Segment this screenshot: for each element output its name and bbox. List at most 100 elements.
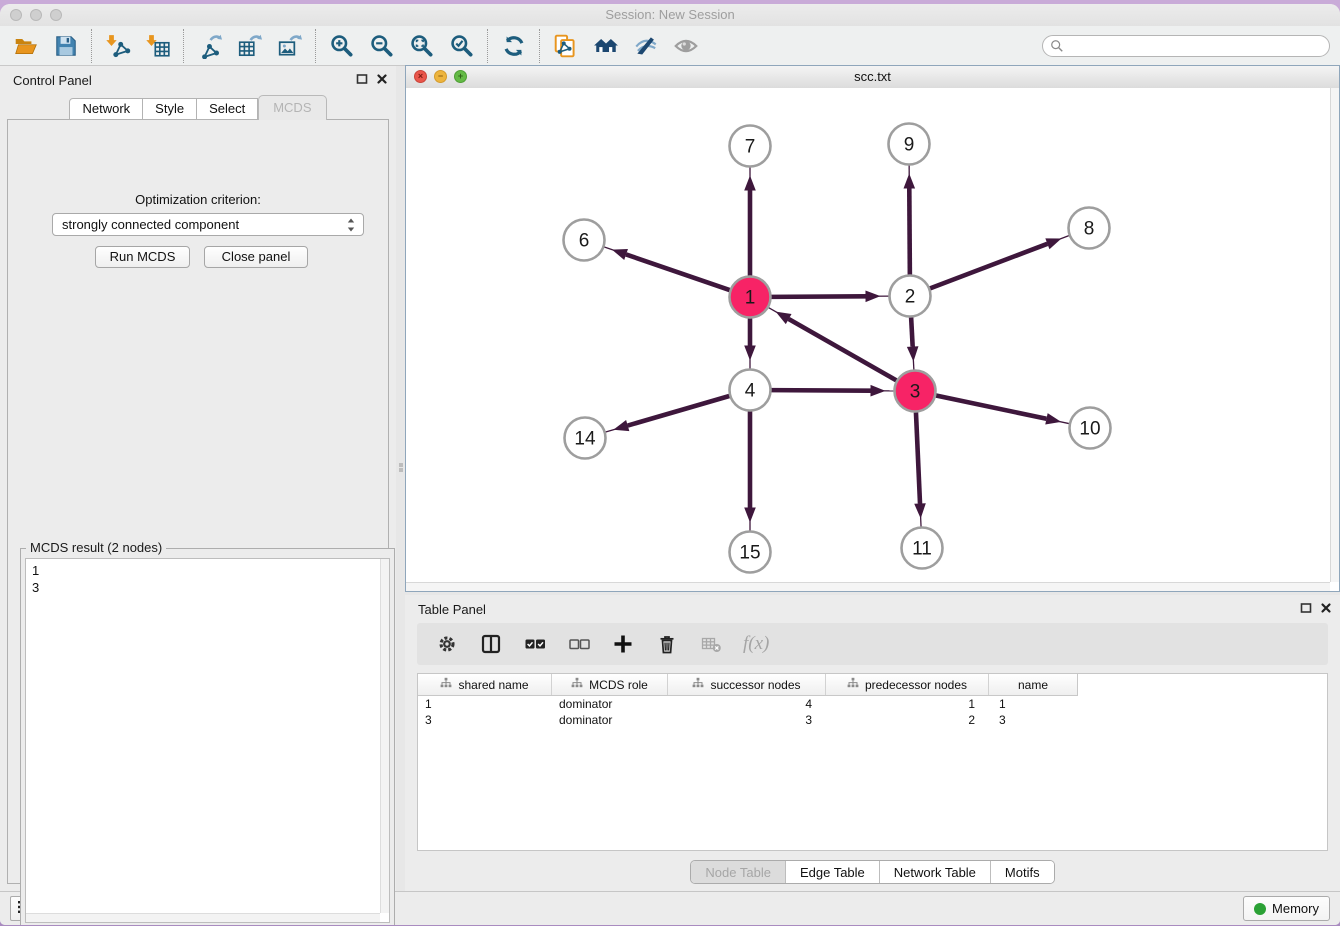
settings-button[interactable] (435, 632, 459, 656)
memory-button[interactable]: Memory (1243, 896, 1330, 921)
network-horizontal-scrollbar[interactable] (406, 582, 1330, 591)
criterion-dropdown[interactable]: strongly connected component (52, 213, 364, 236)
graph-edge-4-3[interactable] (771, 385, 893, 397)
graph-node-2[interactable]: 2 (890, 276, 931, 317)
tab-edge-table[interactable]: Edge Table (785, 861, 879, 883)
deselect-all-button[interactable] (567, 632, 591, 656)
tab-style[interactable]: Style (143, 98, 197, 120)
save-session-button[interactable] (50, 30, 82, 62)
tab-mcds[interactable]: MCDS (258, 95, 326, 120)
zoom-selected-button[interactable] (446, 30, 478, 62)
graph-node-6[interactable]: 6 (564, 220, 605, 261)
graph-edge-1-7[interactable] (744, 168, 756, 276)
graph-node-3[interactable]: 3 (895, 371, 936, 412)
column-header-predecessor-nodes[interactable]: predecessor nodes (826, 674, 989, 695)
result-vertical-scrollbar[interactable] (380, 559, 389, 913)
delete-row-button[interactable] (655, 632, 679, 656)
graph-edge-4-15[interactable] (744, 412, 756, 531)
control-panel-tabs: NetworkStyleSelectMCDS (0, 96, 396, 120)
function-builder-icon: f(x) (743, 633, 769, 655)
export-table-button[interactable] (234, 30, 266, 62)
hide-selected-button[interactable] (630, 30, 662, 62)
column-layout-button[interactable] (479, 632, 503, 656)
result-horizontal-scrollbar[interactable] (26, 913, 380, 922)
select-all-button[interactable] (523, 632, 547, 656)
graph-edge-4-14[interactable] (606, 396, 730, 432)
graph-node-11[interactable]: 11 (902, 528, 943, 569)
table-row[interactable]: 3dominator323 (418, 712, 1077, 728)
graph-node-9[interactable]: 9 (889, 124, 930, 165)
tab-network-table[interactable]: Network Table (879, 861, 990, 883)
network-vertical-scrollbar[interactable] (1330, 88, 1339, 582)
column-header-successor-nodes[interactable]: successor nodes (668, 674, 826, 695)
show-hidden-button[interactable] (670, 30, 702, 62)
graph-node-14[interactable]: 14 (565, 418, 606, 459)
svg-text:4: 4 (745, 381, 756, 402)
graph-edge-1-4[interactable] (744, 319, 756, 369)
add-row-button[interactable] (611, 632, 635, 656)
function-builder-button: f(x) (743, 632, 769, 656)
import-table-button[interactable] (142, 30, 174, 62)
select-all-icon (524, 633, 546, 655)
graph-edge-2-3[interactable] (907, 317, 919, 369)
graph-node-10[interactable]: 10 (1070, 408, 1111, 449)
refresh-icon (501, 33, 527, 59)
zoom-out-button[interactable] (366, 30, 398, 62)
close-panel-button[interactable]: Close panel (204, 246, 308, 268)
dropdown-chevrons-icon (346, 217, 356, 233)
graph-node-4[interactable]: 4 (730, 370, 771, 411)
zoom-fit-button[interactable] (406, 30, 438, 62)
duplicate-network-button[interactable] (550, 30, 582, 62)
vertical-splitter-handle[interactable] (398, 462, 403, 476)
open-session-button[interactable] (10, 30, 42, 62)
tab-select[interactable]: Select (197, 98, 258, 120)
network-canvas[interactable]: 7 9 6 8 1 2 4 3 14 10 15 11 (406, 88, 1330, 582)
table-panel-close-icon[interactable] (1320, 602, 1332, 617)
graph-edge-1-2[interactable] (771, 290, 888, 302)
svg-text:15: 15 (739, 543, 760, 564)
mcds-result-title: MCDS result (2 nodes) (26, 540, 166, 555)
graph-node-7[interactable]: 7 (730, 126, 771, 167)
tab-motifs[interactable]: Motifs (990, 861, 1054, 883)
graph-edge-3-11[interactable] (914, 412, 926, 526)
table-panel-float-icon[interactable] (1300, 602, 1312, 617)
graph-node-8[interactable]: 8 (1069, 208, 1110, 249)
graph-edge-1-6[interactable] (604, 247, 729, 290)
zoom-out-icon (369, 33, 395, 59)
tab-network[interactable]: Network (69, 98, 143, 120)
table-cell: dominator (552, 713, 668, 727)
refresh-button[interactable] (498, 30, 530, 62)
zoom-in-button[interactable] (326, 30, 358, 62)
svg-text:8: 8 (1084, 219, 1095, 240)
graph-edge-3-10[interactable] (936, 395, 1069, 424)
graph-edge-2-9[interactable] (903, 165, 915, 274)
control-panel: Control Panel NetworkStyleSelectMCDS Opt… (0, 66, 396, 892)
graph-edge-2-8[interactable] (930, 236, 1069, 289)
import-network-icon (105, 33, 131, 59)
column-header-name[interactable]: name (989, 674, 1077, 695)
tab-node-table[interactable]: Node Table (691, 861, 785, 883)
search-input[interactable] (1042, 35, 1330, 57)
control-panel-float-icon[interactable] (356, 73, 368, 88)
import-network-button[interactable] (102, 30, 134, 62)
column-header-MCDS-role[interactable]: MCDS role (552, 674, 668, 695)
table-row[interactable]: 1dominator411 (418, 696, 1077, 712)
graph-edge-3-1[interactable] (769, 308, 897, 381)
table-cell: 1 (418, 697, 552, 711)
optimization-criterion-label: Optimization criterion: (8, 192, 388, 207)
network-view-frame: × − + scc.txt 7968124314101511 (405, 65, 1340, 592)
svg-text:3: 3 (910, 382, 921, 403)
mcds-tab-content: Optimization criterion: strongly connect… (7, 119, 389, 884)
graph-node-15[interactable]: 15 (730, 532, 771, 573)
table-cell: 1 (826, 697, 989, 711)
export-network-button[interactable] (194, 30, 226, 62)
run-mcds-button[interactable]: Run MCDS (95, 246, 190, 268)
first-neighbors-button[interactable] (590, 30, 622, 62)
column-header-shared-name[interactable]: shared name (418, 674, 552, 695)
control-panel-close-icon[interactable] (376, 73, 388, 88)
table-cell: dominator (552, 697, 668, 711)
mcds-result-fieldset: MCDS result (2 nodes) 1 3 (20, 548, 395, 925)
export-image-button[interactable] (274, 30, 306, 62)
graph-node-1[interactable]: 1 (730, 277, 771, 318)
mcds-result-area[interactable]: 1 3 (25, 558, 390, 923)
